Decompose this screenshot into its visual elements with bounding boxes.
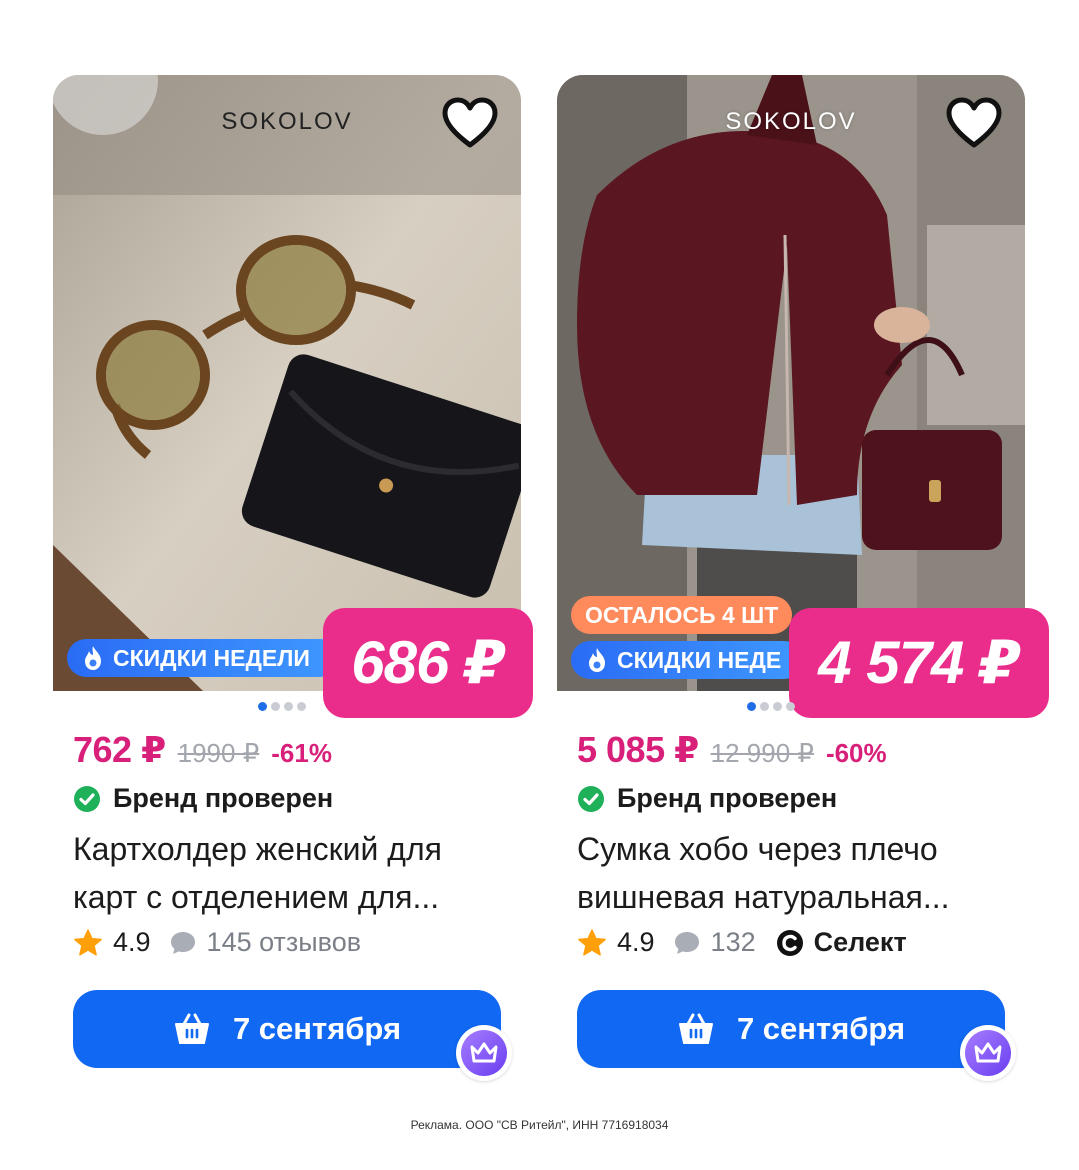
rating-value: 4.9: [113, 927, 151, 957]
promo-price: 686 ₽: [323, 608, 533, 718]
product-title[interactable]: Сумка хобо через плечо вишневая натураль…: [577, 825, 1007, 921]
pagination-dot: [786, 702, 795, 711]
crown-icon: [456, 1025, 512, 1081]
pagination-dot: [271, 702, 280, 711]
discount-percent: -60%: [825, 738, 887, 768]
reviews-count[interactable]: 132: [711, 927, 756, 958]
stock-left-badge: ОСТАЛОСЬ 4 ШТ: [571, 596, 793, 634]
speech-bubble-icon: [170, 931, 195, 954]
sale-badge-label: СКИДКИ НЕДЕ: [617, 646, 782, 673]
star-icon: [578, 928, 606, 956]
old-price: 1990 ₽: [177, 738, 260, 768]
rating-value: 4.9: [617, 927, 655, 957]
delivery-date: 7 сентября: [232, 1011, 402, 1046]
pagination-dot: [284, 702, 293, 711]
basket-icon: [678, 1013, 713, 1044]
current-price: 762 ₽: [73, 729, 166, 770]
brand-verified: Бренд проверен: [577, 783, 837, 814]
product-photo[interactable]: [53, 75, 521, 691]
product-title[interactable]: Картхолдер женский для карт с отделением…: [73, 825, 503, 921]
pagination-dot: [747, 702, 756, 711]
speech-bubble-icon: [674, 931, 699, 954]
pagination-dot: [258, 702, 267, 711]
heart-icon[interactable]: [441, 97, 499, 149]
title-line: Сумка хобо через плечо: [577, 831, 938, 867]
check-circle-icon: [578, 785, 604, 812]
old-price: 12 990 ₽: [710, 738, 814, 768]
product-card[interactable]: SOKOLOV ОСТАЛОСЬ 4 ШТ СКИДКИ НЕДЕ 4 574 …: [557, 75, 1049, 1090]
basket-icon: [174, 1013, 209, 1044]
fire-icon: [85, 646, 101, 670]
select-label: Селект: [813, 927, 907, 957]
rating-row: 4.9 145 отзывов: [73, 927, 361, 958]
discount-percent: -61%: [271, 738, 332, 768]
delivery-date: 7 сентября: [736, 1011, 906, 1046]
title-line: Картхолдер женский для: [73, 831, 442, 867]
verified-label: Бренд проверен: [617, 783, 838, 813]
sale-badge-label: СКИДКИ НЕДЕЛИ: [113, 644, 310, 671]
check-circle-icon: [74, 785, 100, 812]
ad-disclaimer: Реклама. ООО "СВ Ритейл", ИНН 7716918034: [410, 1118, 669, 1132]
pagination-dot: [297, 702, 306, 711]
star-icon: [74, 928, 102, 956]
heart-icon[interactable]: [945, 97, 1003, 149]
photo-pagination: [258, 702, 306, 711]
verified-label: Бренд проверен: [113, 783, 334, 813]
title-line: вишневая натуральная...: [577, 879, 950, 915]
pagination-dot: [773, 702, 782, 711]
stock-left-label: ОСТАЛОСЬ 4 ШТ: [585, 601, 779, 628]
title-line: карт с отделением для...: [73, 879, 440, 915]
price-row: 5 085 ₽ 12 990 ₽ -60%: [577, 729, 887, 771]
crown-icon: [960, 1025, 1016, 1081]
select-logo-icon: [776, 929, 803, 956]
rating-row: 4.9 132 Селект: [577, 927, 907, 958]
current-price: 5 085 ₽: [577, 729, 699, 770]
pagination-dot: [760, 702, 769, 711]
product-card[interactable]: SOKOLOV СКИДКИ НЕДЕЛИ 686 ₽ 762 ₽ 1990 ₽…: [53, 75, 533, 1090]
product-feed: SOKOLOV СКИДКИ НЕДЕЛИ 686 ₽ 762 ₽ 1990 ₽…: [0, 0, 1079, 1170]
price-row: 762 ₽ 1990 ₽ -61%: [73, 729, 332, 771]
add-to-cart-button[interactable]: 7 сентября: [73, 990, 501, 1068]
sale-badge: СКИДКИ НЕДЕ: [571, 641, 803, 679]
photo-pagination: [747, 702, 795, 711]
promo-price: 4 574 ₽: [789, 608, 1049, 718]
sale-badge: СКИДКИ НЕДЕЛИ: [67, 639, 339, 677]
brand-verified: Бренд проверен: [73, 783, 333, 814]
fire-icon: [589, 648, 605, 672]
reviews-count[interactable]: 145 отзывов: [207, 927, 362, 958]
add-to-cart-button[interactable]: 7 сентября: [577, 990, 1005, 1068]
